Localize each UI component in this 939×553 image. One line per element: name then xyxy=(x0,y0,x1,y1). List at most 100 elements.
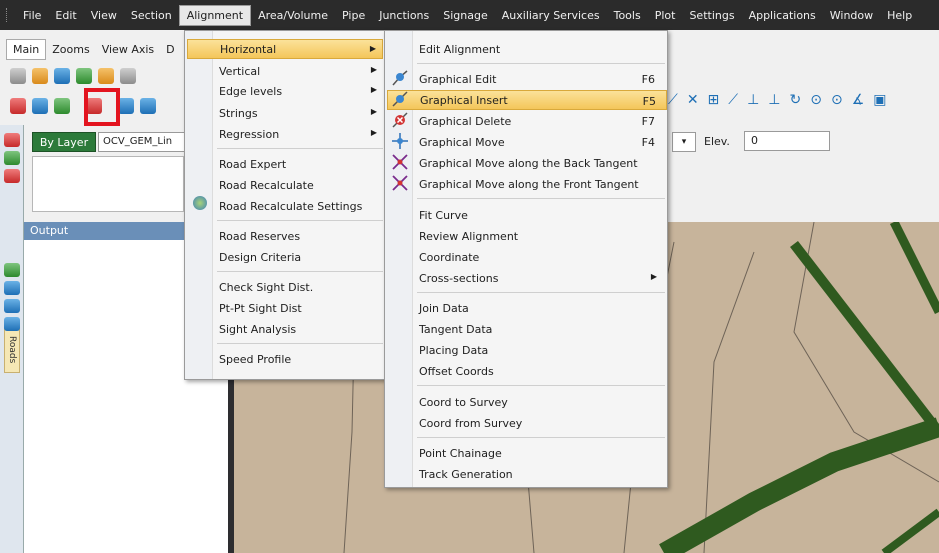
submenu-item-coord-to-survey[interactable]: Coord to Survey xyxy=(419,392,665,412)
menu-item-vertical[interactable]: Vertical ▶ xyxy=(219,61,383,81)
tab-zooms[interactable]: Zooms xyxy=(46,40,95,59)
menu-item-road-expert[interactable]: Road Expert xyxy=(219,154,383,174)
angle-tool-icon[interactable]: ∡ xyxy=(852,92,865,108)
menu-alignment[interactable]: Alignment xyxy=(178,4,252,26)
menu-item-regression[interactable]: Regression ▶ xyxy=(219,124,383,144)
offset-tool-icon[interactable]: ⊥ xyxy=(768,92,780,108)
strip-help-icon[interactable] xyxy=(4,317,20,331)
strip-review-icon[interactable] xyxy=(4,281,20,295)
menu-section[interactable]: Section xyxy=(124,6,179,25)
menu-item-horizontal[interactable]: Horizontal ▶ xyxy=(187,39,383,59)
open-file-icon[interactable] xyxy=(32,68,48,84)
menu-auxiliary-services[interactable]: Auxiliary Services xyxy=(495,6,607,25)
user-icon[interactable] xyxy=(98,68,114,84)
menu-item-road-recalculate-settings[interactable]: Road Recalculate Settings xyxy=(219,196,383,216)
line-tool-icon[interactable]: ⟋ xyxy=(668,92,678,108)
menu-item-label: Speed Profile xyxy=(219,352,292,366)
polyline-tool-icon[interactable]: ✕ xyxy=(687,92,699,108)
submenu-item-edit-alignment[interactable]: Edit Alignment xyxy=(419,39,665,59)
submenu-item-fit-curve[interactable]: Fit Curve xyxy=(419,205,665,225)
more-tools-icon[interactable]: ▣ xyxy=(873,92,886,108)
move-front-tangent-icon xyxy=(392,175,408,191)
menu-help[interactable]: Help xyxy=(880,6,919,25)
graphical-insert-icon xyxy=(392,91,408,107)
menu-item-road-recalculate[interactable]: Road Recalculate xyxy=(219,175,383,195)
elevation-input[interactable]: 0 xyxy=(744,131,830,151)
alignment-edit-icon[interactable] xyxy=(32,98,48,114)
submenu-item-join-data[interactable]: Join Data xyxy=(419,298,665,318)
menu-pipe[interactable]: Pipe xyxy=(335,6,372,25)
layers-icon[interactable] xyxy=(76,68,92,84)
menu-item-label: Graphical Move xyxy=(419,135,505,149)
menu-item-strings[interactable]: Strings ▶ xyxy=(219,103,383,123)
strip-edit-icon[interactable] xyxy=(4,169,20,183)
submenu-item-graphical-edit[interactable]: Graphical Edit F6 xyxy=(419,69,665,89)
submenu-item-cross-sections[interactable]: Cross-sections ▶ xyxy=(419,268,665,288)
road-line xyxy=(889,222,939,315)
alignment-tool-icon[interactable] xyxy=(10,98,26,114)
menu-area-volume[interactable]: Area/Volume xyxy=(251,6,335,25)
menu-item-design-criteria[interactable]: Design Criteria xyxy=(219,247,383,267)
menu-file[interactable]: File xyxy=(16,6,48,25)
menu-item-road-reserves[interactable]: Road Reserves xyxy=(219,226,383,246)
arc-tool-icon[interactable]: ↻ xyxy=(790,92,802,108)
submenu-item-move-back-tangent[interactable]: Graphical Move along the Back Tangent xyxy=(419,153,665,173)
menu-separator xyxy=(217,148,383,149)
toolbar-row-2 xyxy=(10,98,156,114)
new-file-icon[interactable] xyxy=(10,68,26,84)
menu-tools[interactable]: Tools xyxy=(607,6,648,25)
perpendicular-tool-icon[interactable]: ⊥ xyxy=(747,92,759,108)
strip-view-icon[interactable] xyxy=(4,263,20,277)
menu-window[interactable]: Window xyxy=(823,6,880,25)
strip-info-icon[interactable] xyxy=(4,299,20,313)
menu-item-edge-levels[interactable]: Edge levels ▶ xyxy=(219,81,383,101)
by-layer-button[interactable]: By Layer xyxy=(32,132,96,152)
submenu-item-graphical-move[interactable]: Graphical Move F4 xyxy=(419,132,665,152)
menu-view[interactable]: View xyxy=(84,6,124,25)
submenu-item-coordinate[interactable]: Coordinate xyxy=(419,247,665,267)
roads-panel-tab[interactable]: Roads xyxy=(4,327,20,373)
grid-tool-icon[interactable]: ⊞ xyxy=(708,92,720,108)
menu-junctions[interactable]: Junctions xyxy=(372,6,436,25)
tab-main[interactable]: Main xyxy=(6,38,47,60)
slope-tool-icon[interactable]: ⟋ xyxy=(728,92,738,108)
tab-view-axis[interactable]: View Axis xyxy=(96,40,160,59)
menu-item-label: Graphical Delete xyxy=(419,114,512,128)
menu-edit[interactable]: Edit xyxy=(48,6,83,25)
menu-item-label: Graphical Move along the Back Tangent xyxy=(419,156,638,170)
elevation-dropdown[interactable]: ▾ xyxy=(672,132,696,152)
center-tool-icon[interactable]: ⊙ xyxy=(831,92,843,108)
submenu-item-offset-coords[interactable]: Offset Coords xyxy=(419,361,665,381)
submenu-item-graphical-delete[interactable]: Graphical Delete F7 xyxy=(419,111,665,131)
menu-plot[interactable]: Plot xyxy=(648,6,683,25)
submenu-item-track-generation[interactable]: Track Generation xyxy=(419,464,665,484)
alignment-design-icon[interactable] xyxy=(54,98,70,114)
circle-tool-icon[interactable]: ⊙ xyxy=(810,92,822,108)
submenu-item-review-alignment[interactable]: Review Alignment xyxy=(419,226,665,246)
menu-item-label: Coord to Survey xyxy=(419,395,508,409)
menu-item-sight-analysis[interactable]: Sight Analysis xyxy=(219,319,383,339)
submenu-item-coord-from-survey[interactable]: Coord from Survey xyxy=(419,413,665,433)
strip-alignment-icon[interactable] xyxy=(4,133,20,147)
print-icon[interactable] xyxy=(120,68,136,84)
menu-item-speed-profile[interactable]: Speed Profile xyxy=(219,349,383,369)
menu-item-label: Offset Coords xyxy=(419,364,494,378)
submenu-item-tangent-data[interactable]: Tangent Data xyxy=(419,319,665,339)
menu-item-label: Pt-Pt Sight Dist xyxy=(219,301,302,315)
alignment-review-icon[interactable] xyxy=(140,98,156,114)
layer-name-field[interactable]: OCV_GEM_Lin xyxy=(98,132,188,152)
menu-settings[interactable]: Settings xyxy=(682,6,741,25)
alignment-view-icon[interactable] xyxy=(118,98,134,114)
menu-item-check-sight-dist[interactable]: Check Sight Dist. xyxy=(219,277,383,297)
shortcut-label: F7 xyxy=(641,115,655,128)
tab-d[interactable]: D xyxy=(160,40,180,59)
submenu-item-point-chainage[interactable]: Point Chainage xyxy=(419,443,665,463)
menu-signage[interactable]: Signage xyxy=(436,6,494,25)
submenu-item-placing-data[interactable]: Placing Data xyxy=(419,340,665,360)
submenu-item-move-front-tangent[interactable]: Graphical Move along the Front Tangent xyxy=(419,174,665,194)
strip-design-icon[interactable] xyxy=(4,151,20,165)
save-icon[interactable] xyxy=(54,68,70,84)
submenu-item-graphical-insert[interactable]: Graphical Insert F5 xyxy=(387,90,667,110)
menu-applications[interactable]: Applications xyxy=(742,6,823,25)
menu-item-pt-pt-sight-dist[interactable]: Pt-Pt Sight Dist xyxy=(219,298,383,318)
